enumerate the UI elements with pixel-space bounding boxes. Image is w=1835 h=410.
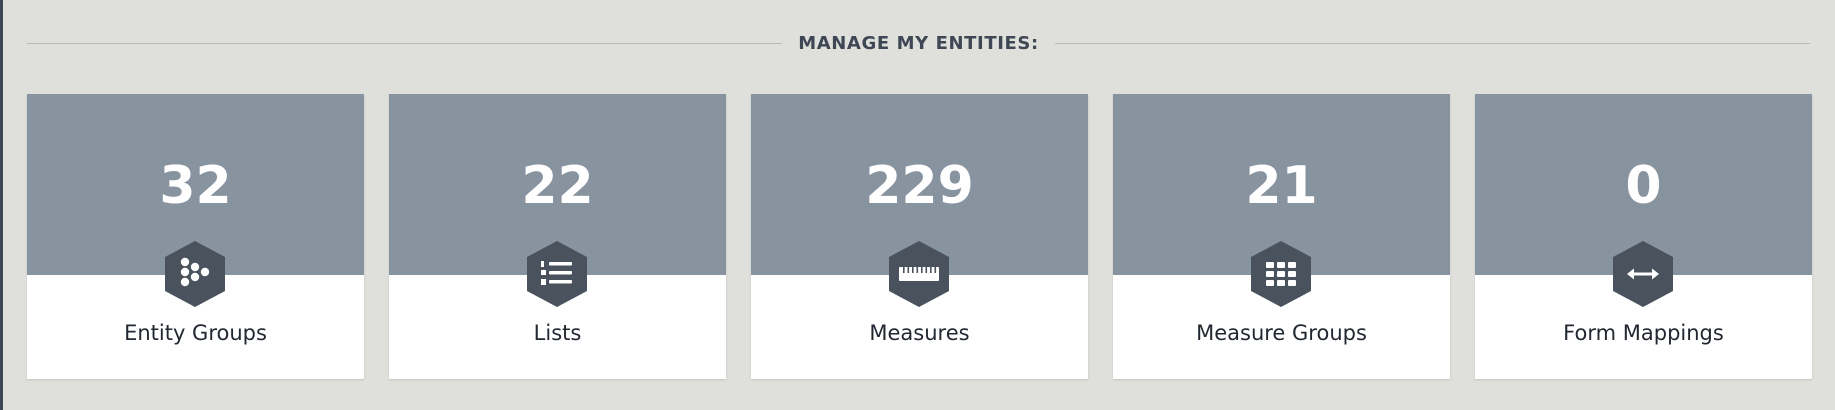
left-edge-bar: [0, 0, 3, 410]
divider-left: [27, 42, 783, 44]
entity-cards: 32 Entity Groups 22 Lists 229 Measures 2…: [27, 94, 1812, 379]
card-measure-groups[interactable]: 21 Measure Groups: [1113, 94, 1450, 379]
card-label: Measures: [869, 321, 970, 345]
card-form-mappings[interactable]: 0 Form Mappings: [1475, 94, 1812, 379]
card-label: Measure Groups: [1196, 321, 1367, 345]
card-measures[interactable]: 229 Measures: [751, 94, 1088, 379]
card-count: 229: [865, 156, 974, 216]
card-count: 32: [159, 156, 232, 216]
card-label: Form Mappings: [1563, 321, 1724, 345]
ruler-icon: [888, 240, 950, 308]
entity-groups-icon: [164, 240, 226, 308]
numbered-list-icon: [526, 240, 588, 308]
card-count: 0: [1625, 156, 1662, 216]
card-label: Entity Groups: [124, 321, 267, 345]
card-entity-groups[interactable]: 32 Entity Groups: [27, 94, 364, 379]
section-title: MANAGE MY ENTITIES:: [798, 32, 1039, 54]
divider-right: [1054, 42, 1810, 44]
double-arrow-icon: [1612, 240, 1674, 308]
card-label: Lists: [533, 321, 582, 345]
card-count: 22: [521, 156, 594, 216]
section-header: MANAGE MY ENTITIES:: [27, 26, 1810, 60]
card-lists[interactable]: 22 Lists: [389, 94, 726, 379]
card-count: 21: [1245, 156, 1318, 216]
grid-icon: [1250, 240, 1312, 308]
